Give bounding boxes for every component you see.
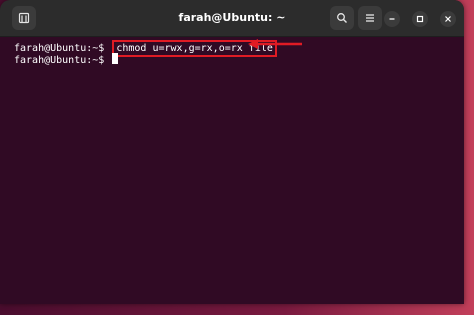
menu-button[interactable] <box>358 6 382 30</box>
minimize-button[interactable] <box>384 11 400 27</box>
title-bar[interactable]: farah@Ubuntu: ~ <box>0 0 464 37</box>
prompt: farah@Ubuntu:~$ <box>14 55 105 66</box>
text-cursor <box>112 53 119 64</box>
search-icon <box>337 13 347 23</box>
hamburger-menu-icon <box>366 14 374 22</box>
search-button[interactable] <box>330 6 354 30</box>
terminal-output[interactable]: farah@Ubuntu:~$ chmod u=rwx,g=rx,o=rx fi… <box>0 37 464 304</box>
minimize-icon <box>389 18 395 20</box>
maximize-icon <box>416 15 424 23</box>
maximize-button[interactable] <box>412 11 428 27</box>
red-arrow-annotation <box>248 39 302 49</box>
close-icon <box>445 16 451 22</box>
terminal-line-1: farah@Ubuntu:~$ chmod u=rwx,g=rx,o=rx fi… <box>14 40 277 57</box>
close-button[interactable] <box>440 11 456 27</box>
terminal-window: farah@Ubuntu: ~ farah@Ubuntu:~$ chmod u=… <box>0 0 464 304</box>
terminal-line-2: farah@Ubuntu:~$ <box>14 53 119 66</box>
